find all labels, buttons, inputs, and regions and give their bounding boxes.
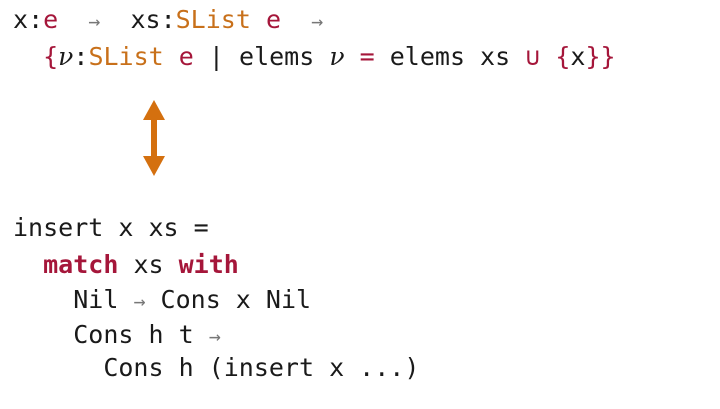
colon: :	[28, 5, 44, 34]
colon: :	[73, 42, 89, 71]
type-var-e: e	[265, 5, 282, 34]
refinement-bar: |	[208, 42, 224, 71]
case-nil-body: Cons x Nil	[160, 285, 312, 314]
case-nil-line: Nil → Cons x Nil	[13, 285, 311, 316]
elems-fn: elems	[239, 42, 315, 71]
nu-ref: ν	[329, 42, 345, 71]
set-close-brace: }	[585, 42, 601, 71]
case-cons-pattern: Cons h t	[73, 320, 194, 349]
match-scrutinee: xs	[133, 250, 164, 279]
spec-line-2: {ν:SList e | elems ν = elems xs ∪ {x}}	[13, 42, 616, 72]
set-open-brace: {	[555, 42, 571, 71]
case-cons-body: Cons h (insert x ...)	[103, 353, 420, 382]
nu-binder: ν	[58, 42, 74, 71]
case-cons-body-line: Cons h (insert x ...)	[13, 353, 419, 383]
refinement-open-brace: {	[43, 42, 59, 71]
case-arrow: →	[208, 324, 221, 348]
union-op: ∪	[525, 42, 541, 71]
case-arrow: →	[133, 289, 146, 313]
case-cons-line: Cons h t →	[13, 320, 221, 351]
var-xs: xs	[130, 5, 161, 34]
type-slist: SList	[88, 42, 164, 71]
double-arrow-icon	[143, 100, 165, 176]
program-header: insert x xs =	[13, 213, 209, 242]
match-line: match xs with	[13, 250, 239, 280]
var-x: x	[13, 5, 29, 34]
with-keyword: with	[178, 250, 239, 279]
case-nil-pattern: Nil	[73, 285, 119, 314]
function-arrow: →	[88, 9, 101, 33]
refinement-close-brace: }	[600, 42, 616, 71]
colon: :	[160, 5, 176, 34]
set-element-x: x	[570, 42, 586, 71]
type-var-e: e	[178, 42, 194, 71]
function-arrow: →	[311, 9, 324, 33]
match-keyword: match	[43, 250, 119, 279]
type-var-e: e	[43, 5, 59, 34]
spec-line-1: x:e → xs:SList e →	[13, 5, 323, 36]
type-slist: SList	[175, 5, 251, 34]
elems-xs: elems xs	[389, 42, 511, 71]
equals-op: =	[359, 42, 375, 71]
